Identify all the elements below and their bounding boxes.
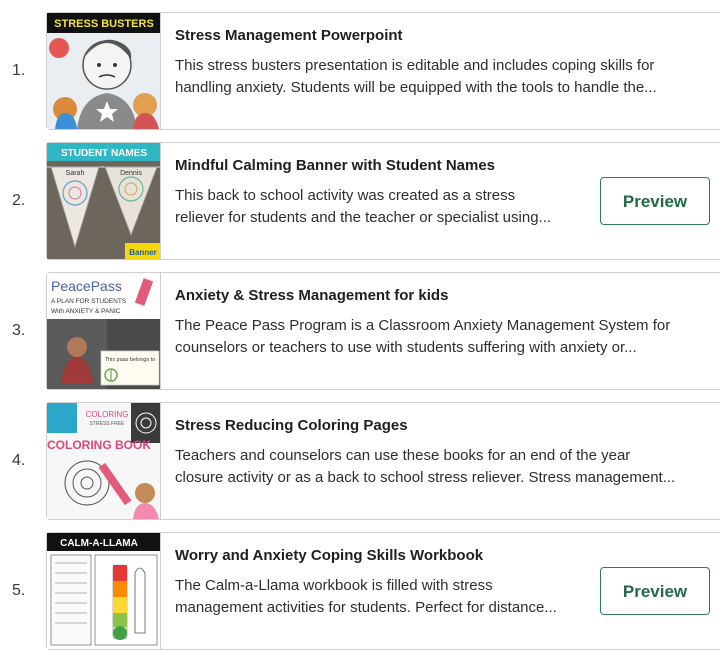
list-item: 4. COLORING STRESS FREE COLORING BOOK St… (0, 402, 720, 520)
product-title[interactable]: Worry and Anxiety Coping Skills Workbook (175, 547, 695, 564)
item-number: 5. (12, 582, 26, 599)
product-thumbnail[interactable]: CALM-A-LLAMA (47, 533, 161, 649)
thumb-text-peacepass: PeacePass (51, 278, 122, 294)
description-line: The Peace Pass Program is a Classroom An… (175, 317, 671, 334)
item-number: 3. (12, 322, 26, 339)
item-number: 4. (12, 452, 26, 469)
product-description: The Calm-a-Llama workbook is filled with… (175, 575, 575, 619)
product-description: This back to school activity was created… (175, 185, 575, 229)
item-number: 1. (12, 62, 26, 79)
product-thumbnail[interactable]: COLORING STRESS FREE COLORING BOOK (47, 403, 161, 519)
description-line: Teachers and counselors can use these bo… (175, 447, 631, 464)
product-title[interactable]: Stress Reducing Coloring Pages (175, 417, 695, 434)
thumb-text-coloring: COLORING (86, 410, 129, 419)
product-card[interactable]: CALM-A-LLAMA Worry and Anxiety Coping Sk… (46, 532, 720, 650)
product-thumbnail[interactable]: STUDENT NAMES Sarah Dennis Banner (47, 143, 161, 259)
description-line: handling anxiety. Students will be equip… (175, 78, 657, 96)
description-line: The Calm-a-Llama workbook is filled with… (175, 577, 493, 594)
student-names-banner-image: STUDENT NAMES Sarah Dennis Banner (47, 143, 160, 259)
thumb-text-dennis: Dennis (120, 170, 142, 177)
product-title[interactable]: Stress Management Powerpoint (175, 27, 695, 44)
list-item: 1. STRESS BUSTERS Stress Management Powe… (0, 12, 720, 130)
preview-button[interactable]: Preview (600, 567, 710, 615)
description-line: counselors or teachers to use with stude… (175, 338, 637, 356)
product-title[interactable]: Mindful Calming Banner with Student Name… (175, 157, 695, 174)
product-description: The Peace Pass Program is a Classroom An… (175, 315, 705, 359)
thumb-text-anxiety: With ANXIETY & PANIC (51, 308, 121, 315)
thumb-text-sarah: Sarah (66, 170, 85, 177)
product-description: Teachers and counselors can use these bo… (175, 445, 705, 489)
description-line: This stress busters presentation is edit… (175, 57, 655, 74)
description-line: management activities for students. Perf… (175, 598, 557, 616)
thumb-text-pass-belongs: This pass belongs to (105, 357, 155, 363)
peace-pass-cover-image: PeacePass A PLAN FOR STUDENTS With ANXIE… (47, 273, 160, 389)
thumb-text-student-names: STUDENT NAMES (61, 148, 147, 159)
item-number: 2. (12, 192, 26, 209)
description-line: reliever for students and the teacher or… (175, 208, 552, 226)
product-title[interactable]: Anxiety & Stress Management for kids (175, 287, 695, 304)
product-description: This stress busters presentation is edit… (175, 55, 705, 99)
coloring-book-cover-image: COLORING STRESS FREE COLORING BOOK (47, 403, 160, 519)
description-line: closure activity or as a back to school … (175, 468, 676, 486)
thumb-text-coloring-book: COLORING BOOK (47, 438, 151, 452)
calm-a-llama-cover-image: CALM-A-LLAMA (47, 533, 160, 649)
product-card[interactable]: PeacePass A PLAN FOR STUDENTS With ANXIE… (46, 272, 720, 390)
stress-busters-cover-image: STRESS BUSTERS (47, 13, 160, 129)
thumb-text-calm-a-llama: CALM-A-LLAMA (60, 538, 138, 549)
preview-button[interactable]: Preview (600, 177, 710, 225)
product-card[interactable]: STRESS BUSTERS Stress Management Powerpo… (46, 12, 720, 130)
product-thumbnail[interactable]: PeacePass A PLAN FOR STUDENTS With ANXIE… (47, 273, 161, 389)
list-item: 5. CALM-A-LLAMA Worry and Anxiety Coping… (0, 532, 720, 650)
thumb-text-stress-free: STRESS FREE (90, 421, 125, 427)
thumb-text-banner: Banner (129, 248, 157, 257)
list-item: 2. STUDENT NAMES Sarah Dennis Banner Min… (0, 142, 720, 260)
product-list: 1. STRESS BUSTERS Stress Management Powe… (0, 0, 720, 658)
thumb-text-stress-busters: STRESS BUSTERS (54, 18, 154, 30)
thumb-text-plan: A PLAN FOR STUDENTS (51, 298, 127, 305)
product-card[interactable]: STUDENT NAMES Sarah Dennis Banner Mindfu… (46, 142, 720, 260)
list-item: 3. PeacePass A PLAN FOR STUDENTS With AN… (0, 272, 720, 390)
product-card[interactable]: COLORING STRESS FREE COLORING BOOK Stres… (46, 402, 720, 520)
product-thumbnail[interactable]: STRESS BUSTERS (47, 13, 161, 129)
description-line: This back to school activity was created… (175, 187, 516, 204)
